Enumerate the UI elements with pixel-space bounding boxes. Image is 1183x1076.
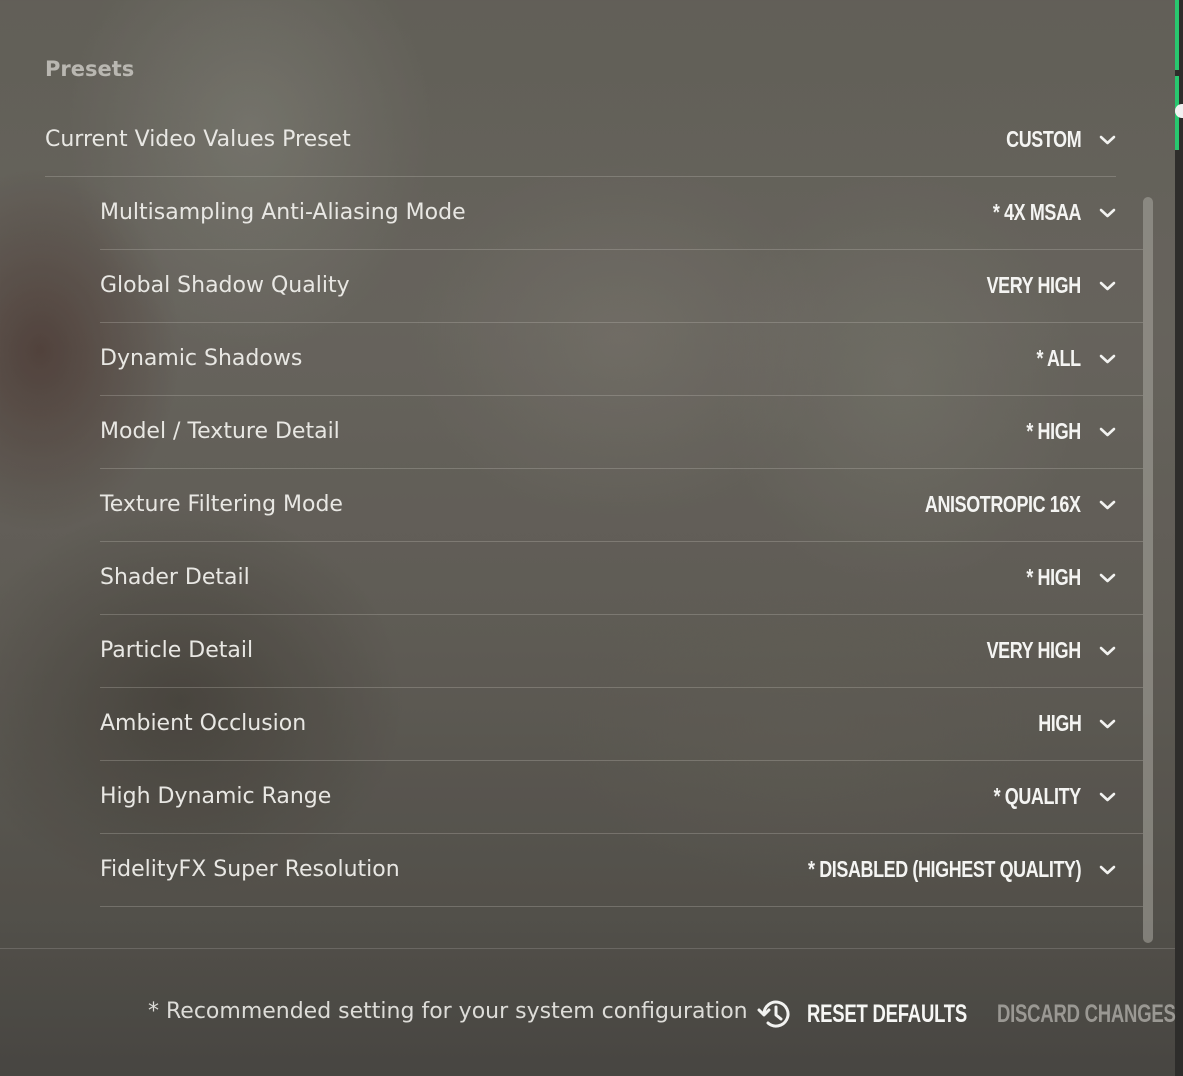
chevron-down-icon [1099,864,1116,876]
edge-handle[interactable] [1175,104,1183,118]
setting-row[interactable]: Particle Detail VERY HIGH [100,614,1143,688]
chevron-down-icon [1099,207,1116,219]
setting-value: HIGH [1037,710,1082,736]
chevron-down-icon [1099,280,1116,292]
setting-label: Multisampling Anti-Aliasing Mode [100,200,466,225]
scrollbar[interactable] [1143,197,1153,943]
preset-dropdown[interactable]: CUSTOM [985,126,1116,153]
history-icon [757,996,793,1032]
setting-dropdown[interactable]: * HIGH [1011,418,1116,445]
setting-row[interactable]: Ambient Occlusion HIGH [100,687,1143,761]
discard-changes-label: DISCARD CHANGES [997,999,1176,1028]
setting-value: ANISOTROPIC 16X [925,491,1081,517]
setting-dropdown[interactable]: VERY HIGH [960,637,1116,664]
setting-value: * HIGH [1026,564,1082,590]
setting-label: Shader Detail [100,565,250,590]
chevron-down-icon [1099,718,1116,730]
setting-dropdown[interactable]: * 4X MSAA [968,199,1116,226]
setting-dropdown[interactable]: ANISOTROPIC 16X [881,491,1116,518]
chevron-down-icon [1099,353,1116,365]
chevron-down-icon [1099,134,1116,146]
setting-label: High Dynamic Range [100,784,332,809]
preset-label: Current Video Values Preset [45,127,351,152]
edge-accent-mark [1175,0,1179,70]
setting-label: Model / Texture Detail [100,419,340,444]
setting-row[interactable]: Global Shadow Quality VERY HIGH [100,249,1143,323]
setting-label: FidelityFX Super Resolution [100,857,400,882]
setting-dropdown[interactable]: HIGH [1026,710,1117,737]
chevron-down-icon [1099,499,1116,511]
setting-row[interactable]: Dynamic Shadows * ALL [100,322,1143,396]
setting-dropdown[interactable]: * ALL [1024,345,1116,372]
setting-value: VERY HIGH [986,637,1082,663]
chevron-down-icon [1099,791,1116,803]
setting-value: * DISABLED (HIGHEST QUALITY) [807,856,1082,882]
setting-label: Dynamic Shadows [100,346,303,371]
chevron-down-icon [1099,645,1116,657]
setting-row[interactable]: Model / Texture Detail * HIGH [100,395,1143,469]
setting-value: VERY HIGH [986,272,1082,298]
recommended-note: * Recommended setting for your system co… [148,999,748,1024]
setting-row[interactable]: High Dynamic Range * QUALITY [100,760,1143,834]
section-title: Presets [45,57,135,81]
setting-value: * HIGH [1026,418,1082,444]
preset-row[interactable]: Current Video Values Preset CUSTOM [45,103,1116,177]
setting-label: Texture Filtering Mode [100,492,343,517]
right-edge-bar [1175,0,1183,1076]
setting-dropdown[interactable]: VERY HIGH [960,272,1116,299]
setting-value: * 4X MSAA [992,199,1082,225]
footer-divider [0,948,1175,949]
setting-row[interactable]: Texture Filtering Mode ANISOTROPIC 16X [100,468,1143,542]
preset-value: CUSTOM [1005,126,1081,152]
reset-defaults-button[interactable]: RESET DEFAULTS [757,994,1023,1034]
setting-label: Global Shadow Quality [100,273,350,298]
setting-row[interactable]: FidelityFX Super Resolution * DISABLED (H… [100,833,1143,907]
setting-label: Ambient Occlusion [100,711,307,736]
setting-row[interactable]: Multisampling Anti-Aliasing Mode * 4X MSA… [100,176,1143,250]
setting-label: Particle Detail [100,638,254,663]
reset-defaults-label: RESET DEFAULTS [807,999,967,1028]
setting-dropdown[interactable]: * QUALITY [969,783,1116,810]
chevron-down-icon [1099,426,1116,438]
setting-dropdown[interactable]: * DISABLED (HIGHEST QUALITY) [731,856,1116,883]
setting-value: * QUALITY [993,783,1082,809]
chevron-down-icon [1099,572,1116,584]
discard-changes-button[interactable]: DISCARD CHANGES [997,996,1183,1032]
setting-value: * ALL [1036,345,1082,371]
setting-dropdown[interactable]: * HIGH [1011,564,1116,591]
setting-row[interactable]: Shader Detail * HIGH [100,541,1143,615]
